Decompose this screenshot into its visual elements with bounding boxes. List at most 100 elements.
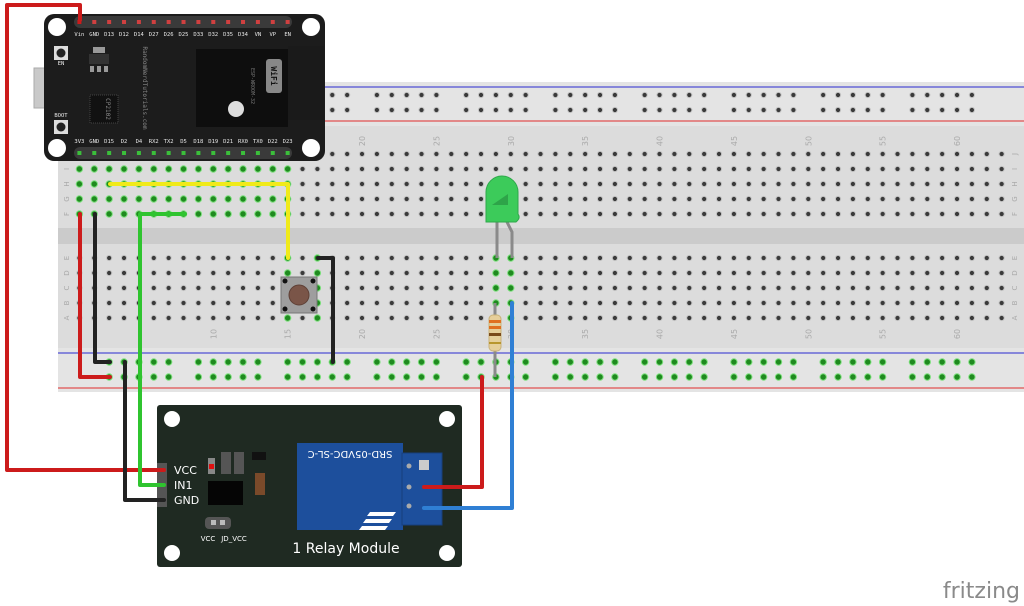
bottom-rail-hole[interactable]	[640, 373, 649, 381]
breadboard-hole[interactable]	[477, 210, 485, 218]
top-rail-hole[interactable]	[730, 91, 738, 99]
breadboard-hole[interactable]	[209, 195, 217, 203]
breadboard-hole[interactable]	[656, 180, 663, 188]
bottom-rail-hole[interactable]	[209, 373, 217, 381]
breadboard-hole[interactable]	[433, 180, 440, 188]
breadboard-hole[interactable]	[909, 314, 916, 322]
breadboard-hole[interactable]	[953, 210, 961, 218]
top-rail-hole[interactable]	[596, 106, 604, 114]
breadboard-hole[interactable]	[611, 180, 619, 188]
bottom-rail-hole[interactable]	[834, 358, 842, 366]
breadboard-hole[interactable]	[164, 165, 173, 173]
breadboard-hole[interactable]	[135, 195, 143, 203]
breadboard-hole[interactable]	[373, 195, 380, 203]
top-rail-hole[interactable]	[552, 91, 559, 99]
breadboard-hole[interactable]	[686, 210, 693, 218]
breadboard-hole[interactable]	[522, 165, 529, 173]
bottom-rail-hole[interactable]	[209, 358, 217, 366]
breadboard-hole[interactable]	[671, 165, 678, 173]
breadboard-hole[interactable]	[299, 165, 306, 173]
breadboard-hole[interactable]	[641, 195, 648, 203]
breadboard-hole[interactable]	[75, 180, 84, 188]
breadboard-hole[interactable]	[611, 284, 619, 292]
breadboard-hole[interactable]	[477, 180, 485, 188]
breadboard-hole[interactable]	[730, 180, 738, 188]
breadboard-hole[interactable]	[924, 314, 931, 322]
top-rail-hole[interactable]	[879, 91, 886, 99]
breadboard-hole[interactable]	[641, 150, 648, 158]
breadboard-hole[interactable]	[641, 254, 648, 262]
breadboard-hole[interactable]	[701, 314, 708, 322]
bottom-rail-hole[interactable]	[864, 358, 872, 366]
breadboard-hole[interactable]	[194, 165, 203, 173]
breadboard-hole[interactable]	[701, 269, 708, 277]
breadboard-hole[interactable]	[641, 299, 648, 307]
breadboard-hole[interactable]	[775, 150, 782, 158]
bottom-rail-hole[interactable]	[239, 358, 247, 366]
breadboard-hole[interactable]	[745, 210, 752, 218]
bottom-rail-hole[interactable]	[611, 373, 619, 381]
breadboard-hole[interactable]	[968, 314, 976, 322]
breadboard-hole[interactable]	[760, 180, 767, 188]
breadboard-hole[interactable]	[567, 299, 574, 307]
breadboard-hole[interactable]	[179, 195, 188, 203]
breadboard-hole[interactable]	[715, 195, 723, 203]
top-rail-hole[interactable]	[968, 106, 976, 114]
breadboard-hole[interactable]	[968, 150, 976, 158]
breadboard-hole[interactable]	[403, 180, 410, 188]
breadboard-hole[interactable]	[388, 269, 395, 277]
breadboard-hole[interactable]	[299, 314, 306, 322]
breadboard-hole[interactable]	[775, 195, 782, 203]
breadboard-hole[interactable]	[448, 165, 455, 173]
breadboard-hole[interactable]	[299, 210, 306, 218]
top-rail-hole[interactable]	[968, 91, 976, 99]
top-rail-hole[interactable]	[373, 91, 380, 99]
esp32-pin-d5[interactable]	[181, 151, 186, 155]
breadboard-hole[interactable]	[790, 254, 797, 262]
bottom-rail-hole[interactable]	[700, 373, 708, 381]
breadboard-hole[interactable]	[344, 314, 351, 322]
bottom-rail-hole[interactable]	[373, 373, 381, 381]
breadboard-hole[interactable]	[849, 195, 857, 203]
breadboard-hole[interactable]	[820, 269, 827, 277]
breadboard-hole[interactable]	[909, 299, 916, 307]
breadboard-hole[interactable]	[180, 299, 187, 307]
jumper[interactable]	[205, 517, 231, 529]
breadboard-hole[interactable]	[537, 254, 544, 262]
top-rail-hole[interactable]	[492, 91, 499, 99]
top-rail-hole[interactable]	[671, 91, 678, 99]
breadboard-hole[interactable]	[567, 284, 574, 292]
breadboard-hole[interactable]	[373, 284, 380, 292]
breadboard-hole[interactable]	[448, 314, 455, 322]
breadboard-hole[interactable]	[626, 150, 633, 158]
breadboard-hole[interactable]	[820, 299, 827, 307]
breadboard-hole[interactable]	[864, 210, 871, 218]
top-rail-hole[interactable]	[924, 91, 931, 99]
breadboard-hole[interactable]	[567, 165, 574, 173]
breadboard-hole[interactable]	[358, 165, 366, 173]
bottom-rail-hole[interactable]	[388, 373, 396, 381]
breadboard-hole[interactable]	[403, 195, 410, 203]
top-rail-hole[interactable]	[373, 106, 380, 114]
top-rail-hole[interactable]	[507, 91, 514, 99]
top-rail-hole[interactable]	[641, 91, 648, 99]
breadboard-hole[interactable]	[582, 284, 589, 292]
bottom-rail-hole[interactable]	[878, 358, 887, 366]
top-rail-hole[interactable]	[790, 106, 797, 114]
bottom-rail-hole[interactable]	[908, 358, 917, 366]
breadboard-hole[interactable]	[254, 269, 261, 277]
bottom-rail-hole[interactable]	[685, 373, 693, 381]
breadboard-hole[interactable]	[358, 150, 366, 158]
breadboard-hole[interactable]	[329, 195, 336, 203]
breadboard-hole[interactable]	[909, 165, 916, 173]
breadboard-hole[interactable]	[418, 150, 425, 158]
breadboard-hole[interactable]	[656, 165, 663, 173]
breadboard-hole[interactable]	[730, 314, 738, 322]
breadboard-hole[interactable]	[433, 165, 440, 173]
breadboard-hole[interactable]	[344, 299, 351, 307]
breadboard-hole[interactable]	[790, 210, 797, 218]
breadboard-hole[interactable]	[344, 150, 351, 158]
top-rail-hole[interactable]	[953, 91, 961, 99]
breadboard-hole[interactable]	[849, 254, 857, 262]
breadboard-hole[interactable]	[849, 180, 857, 188]
